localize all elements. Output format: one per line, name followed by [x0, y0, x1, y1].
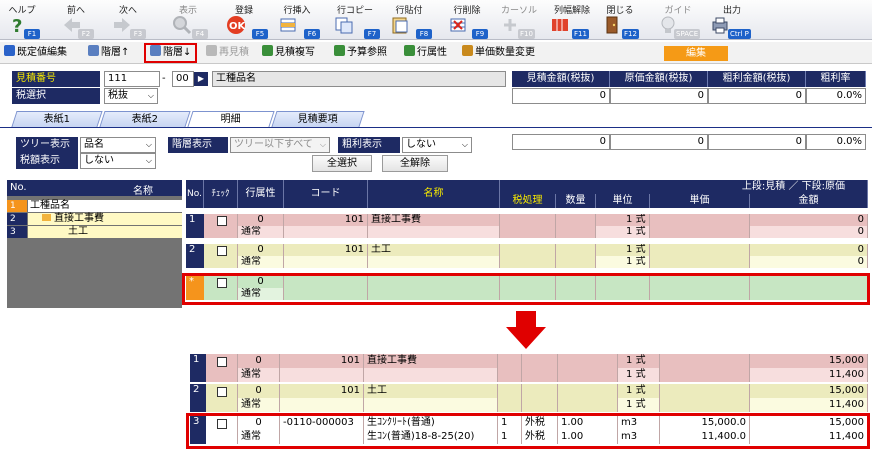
next-estimate-button[interactable]: ▶	[194, 72, 208, 86]
estimate-copy-button[interactable]: 見積複写	[262, 45, 315, 61]
cost-amount-value-2: 0	[610, 134, 708, 150]
estimate-no-label: 見積番号	[12, 71, 100, 87]
paste-row-button[interactable]: 行貼付 F8	[384, 2, 434, 39]
added-row-highlight	[186, 413, 870, 449]
tree-header: No. 名称	[7, 180, 182, 197]
column-width-reset-button[interactable]: 列幅解除 F11	[544, 2, 600, 39]
profit-amount-header: 粗利金額(税抜)	[708, 71, 806, 87]
profit-rate-value-2: 0.0%	[806, 134, 866, 150]
select-all-button[interactable]: 全選択	[312, 155, 372, 172]
delete-row-button[interactable]: 行削除 F9	[442, 2, 492, 39]
deselect-all-button[interactable]: 全解除	[382, 155, 448, 172]
default-edit-button[interactable]: 既定値編集	[4, 45, 67, 61]
wrench-icon	[4, 45, 15, 56]
help-button[interactable]: ヘルプ ? F1	[2, 2, 42, 39]
budget-reference-button[interactable]: 予算参照	[334, 45, 387, 61]
chevron-down-icon: ⌵	[145, 156, 152, 165]
output-button[interactable]: 出力 Ctrl P	[704, 2, 760, 39]
re-estimate-icon	[206, 45, 217, 56]
paste-row-icon	[392, 17, 408, 34]
row-checkbox[interactable]	[217, 216, 227, 226]
level-up-icon	[88, 45, 99, 56]
tax-select-label: 税選択	[12, 88, 100, 104]
tab-estimate-terms[interactable]: 見積要項	[271, 111, 365, 127]
svg-text:?: ?	[12, 16, 22, 35]
display-button[interactable]: 表示 F4	[166, 2, 210, 39]
new-row-highlight	[182, 273, 870, 305]
budget-icon	[334, 45, 345, 56]
cursor-button[interactable]: カーソル F10	[494, 2, 544, 39]
tax-amount-display-label: 税額表示	[16, 153, 78, 169]
print-icon	[712, 17, 728, 34]
profit-display-select[interactable]: しない ⌵	[402, 137, 472, 153]
project-name-field: 工種品名	[212, 71, 506, 87]
level-display-label: 階層表示	[168, 137, 228, 153]
tab-cover1[interactable]: 表紙1	[11, 111, 103, 127]
profit-amount-value: 0	[708, 88, 806, 104]
profit-amount-value-2: 0	[708, 134, 806, 150]
chevron-down-icon: ⌵	[319, 140, 326, 149]
folder-icon	[42, 214, 51, 221]
estimate-amount-value-2: 0	[512, 134, 610, 150]
row-checkbox[interactable]	[217, 246, 227, 256]
column-width-icon	[552, 19, 568, 31]
tax-amount-display-select[interactable]: しない ⌵	[80, 153, 156, 169]
register-icon: OK	[227, 16, 246, 34]
level-down-button[interactable]: 階層↓	[144, 43, 198, 63]
register-button[interactable]: 登録 OK F5	[220, 2, 268, 39]
cursor-icon	[504, 19, 516, 31]
estimate-no-input[interactable]: 111	[104, 71, 160, 87]
close-door-icon	[606, 16, 618, 34]
tree-panel: No. 名称 1 工種品名 2 直接工事費 3 土工	[7, 180, 182, 308]
guide-button[interactable]: ガイド SPACE	[652, 2, 704, 39]
row-attribute-button[interactable]: 行属性	[404, 45, 447, 61]
sub-toolbar: 既定値編集 階層↑ 階層↓ 再見積 見積複写 予算参照 行属性 単価数量変更	[0, 42, 872, 64]
cost-amount-header: 原価金額(税抜)	[610, 71, 708, 87]
tree-display-select[interactable]: 品名 ⌵	[80, 137, 156, 153]
branch-no-input[interactable]: 00	[172, 71, 194, 87]
copy-row-icon	[335, 17, 353, 34]
delete-row-icon	[450, 18, 466, 32]
level-display-select[interactable]: ツリー以下すべて ⌵	[230, 137, 330, 153]
tab-detail[interactable]: 明細	[187, 111, 275, 127]
prev-button[interactable]: 前へ F2	[56, 2, 96, 39]
profit-rate-header: 粗利率	[806, 71, 866, 87]
insert-row-button[interactable]: 行挿入 F6	[272, 2, 322, 39]
level-down-icon	[150, 45, 161, 56]
estimate-amount-value: 0	[512, 88, 610, 104]
unit-price-quantity-change-button[interactable]: 単価数量変更	[462, 45, 535, 61]
tree-row[interactable]: 2 直接工事費	[7, 213, 182, 225]
chevron-down-icon: ⌵	[461, 140, 468, 149]
row-checkbox[interactable]	[217, 387, 227, 397]
tree-row[interactable]: 3 土工	[7, 226, 182, 238]
next-button[interactable]: 次へ F3	[106, 2, 150, 39]
copy-icon	[262, 45, 273, 56]
chevron-down-icon: ⌵	[147, 91, 154, 100]
function-key-toolbar: ヘルプ ? F1 前へ F2 次へ F3 表示 F4 登録 OK F5 行挿入 …	[0, 0, 872, 40]
chevron-down-icon: ⌵	[145, 140, 152, 149]
magnifier-icon	[173, 16, 192, 35]
svg-text:OK: OK	[229, 21, 246, 32]
tab-cover2[interactable]: 表紙2	[99, 111, 191, 127]
forward-arrow-icon	[114, 18, 130, 32]
re-estimate-button[interactable]: 再見積	[206, 45, 249, 61]
dash-separator: -	[162, 73, 166, 84]
cost-amount-value: 0	[610, 88, 708, 104]
copy-row-button[interactable]: 行コピー F7	[328, 2, 382, 39]
down-arrow-icon	[506, 311, 546, 349]
row-checkbox[interactable]	[217, 357, 227, 367]
insert-row-icon	[280, 18, 296, 32]
close-button[interactable]: 閉じる F12	[596, 2, 644, 39]
tree-row[interactable]: 1 工種品名	[7, 200, 182, 212]
estimate-amount-header: 見積金額(税抜)	[512, 71, 610, 87]
level-up-button[interactable]: 階層↑	[88, 45, 129, 61]
attribute-icon	[404, 45, 415, 56]
tree-display-label: ツリー表示	[16, 137, 78, 153]
profit-rate-value: 0.0%	[806, 88, 866, 104]
edit-mode-badge: 編集	[664, 46, 728, 61]
price-change-icon	[462, 45, 473, 56]
profit-display-label: 粗利表示	[338, 137, 400, 153]
tax-select[interactable]: 税抜 ⌵	[104, 88, 158, 104]
